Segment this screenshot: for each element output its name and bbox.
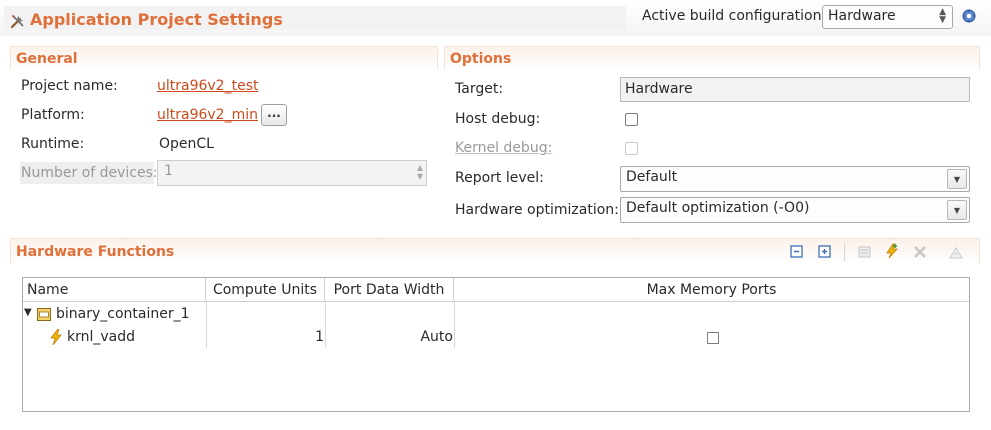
settings-disabled-icon[interactable] (948, 244, 964, 260)
hardware-functions-table: Name Compute Units Port Data Width Max M… (22, 277, 970, 412)
target-field: Hardware (620, 77, 970, 102)
binary-container-icon (37, 308, 51, 321)
hardware-functions-title: Hardware Functions (16, 244, 175, 260)
hardware-function-icon (50, 329, 62, 345)
tree-expand-icon[interactable]: ▼ (24, 307, 32, 318)
active-build-config-select[interactable]: Hardware ▲ ▼ (822, 5, 953, 29)
toolbar-divider (844, 243, 845, 261)
options-section-title: Options (450, 51, 512, 67)
column-header-max-memory-ports[interactable]: Max Memory Ports (454, 278, 969, 302)
hardware-optimization-label: Hardware optimization: (455, 202, 619, 218)
host-debug-label: Host debug: (455, 111, 541, 127)
hardware-functions-header: Hardware Functions (10, 238, 980, 264)
spin-arrows-icon: ▲ ▼ (939, 7, 946, 25)
kernel-debug-label: Kernel debug: (455, 140, 553, 156)
kernel-compute-units[interactable]: 1 (206, 329, 324, 345)
chevron-down-icon[interactable]: ▼ (947, 200, 967, 220)
active-build-config-value: Hardware (828, 8, 896, 24)
hardware-optimization-select[interactable]: Default optimization (-O0) ▼ (620, 197, 970, 223)
add-hardware-function-icon[interactable] (884, 243, 900, 259)
project-name-label: Project name: (21, 78, 118, 94)
expand-all-icon[interactable] (817, 244, 833, 260)
page-title: Application Project Settings (30, 10, 283, 29)
target-label: Target: (455, 81, 504, 97)
number-of-devices-value: 1 (164, 163, 173, 179)
runtime-label: Runtime: (21, 136, 85, 152)
title-bar: Application Project Settings (4, 6, 626, 30)
chevron-down-icon[interactable]: ▼ (947, 169, 967, 189)
target-value: Hardware (625, 81, 693, 97)
column-header-compute-units[interactable]: Compute Units (206, 278, 325, 302)
add-binary-container-icon[interactable] (857, 244, 873, 260)
report-level-label: Report level: (455, 170, 544, 186)
manage-configurations-icon[interactable] (962, 9, 976, 23)
options-section-header: Options (444, 46, 980, 70)
host-debug-checkbox[interactable] (625, 113, 638, 126)
kernel-port-data-width[interactable]: Auto (325, 329, 453, 345)
platform-browse-button[interactable]: ... (261, 104, 287, 126)
report-level-select[interactable]: Default ▼ (620, 166, 970, 192)
platform-label: Platform: (21, 107, 85, 123)
project-name-link[interactable]: ultra96v2_test (157, 78, 258, 94)
platform-link[interactable]: ultra96v2_min (157, 107, 258, 123)
binary-container-name: binary_container_1 (56, 306, 190, 322)
table-row[interactable]: ▼ binary_container_1 (23, 304, 969, 326)
report-level-value: Default (626, 169, 678, 185)
number-of-devices-spinner[interactable]: 1 ▲ ▼ (157, 160, 427, 186)
general-section-header: General (10, 46, 438, 70)
kernel-debug-checkbox[interactable] (625, 142, 638, 155)
kernel-name: krnl_vadd (67, 329, 136, 345)
runtime-value: OpenCL (159, 136, 214, 152)
number-of-devices-label: Number of devices: (21, 165, 158, 181)
collapse-all-icon[interactable] (789, 244, 805, 260)
kernel-max-memory-ports-checkbox[interactable] (707, 332, 719, 344)
table-row[interactable]: krnl_vadd 1 Auto (23, 327, 969, 349)
hardware-optimization-value: Default optimization (-O0) (626, 200, 810, 216)
column-header-name[interactable]: Name (23, 278, 206, 302)
column-header-port-data-width[interactable]: Port Data Width (325, 278, 454, 302)
active-build-config-label: Active build configuration: (642, 8, 827, 24)
settings-tools-icon (10, 15, 24, 29)
remove-icon[interactable] (912, 244, 928, 260)
general-section-title: General (16, 51, 78, 67)
spin-arrows-icon: ▲ ▼ (416, 163, 423, 181)
